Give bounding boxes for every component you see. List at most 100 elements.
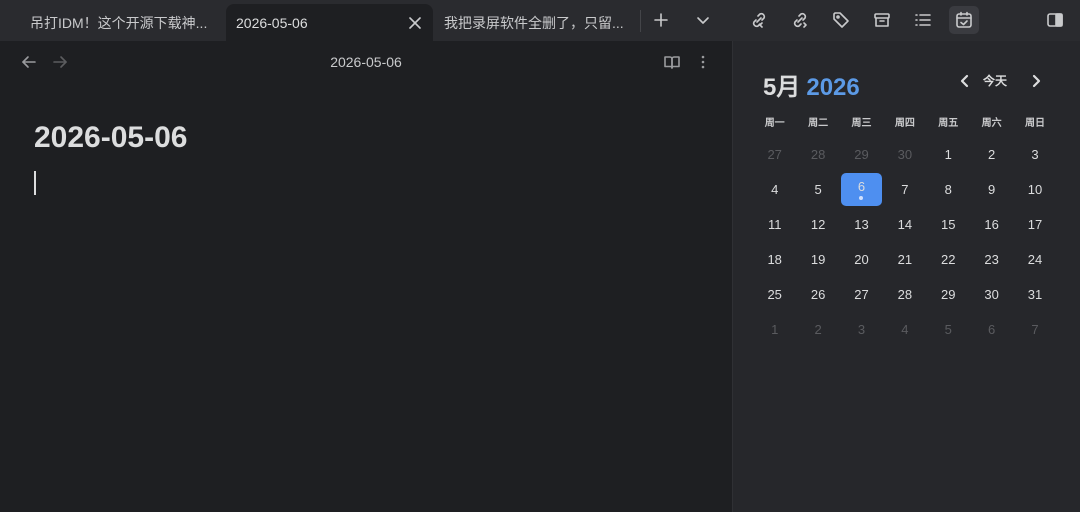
calendar-day-number: 9 bbox=[988, 182, 996, 197]
calendar-day[interactable]: 18 bbox=[753, 242, 796, 277]
calendar-day-number: 15 bbox=[941, 217, 956, 232]
calendar-day[interactable]: 10 bbox=[1013, 172, 1056, 207]
note-heading[interactable]: 2026-05-06 bbox=[34, 121, 187, 155]
calendar-day-number: 5 bbox=[814, 182, 822, 197]
tab-idm-article[interactable]: 吊打IDM！这个开源下载神... bbox=[20, 4, 222, 41]
calendar-day-number: 1 bbox=[771, 322, 779, 337]
calendar-check-icon[interactable] bbox=[949, 6, 979, 34]
calendar-day-number: 23 bbox=[984, 252, 999, 267]
tag-icon[interactable] bbox=[826, 6, 856, 34]
tab-list-chevron-icon[interactable] bbox=[688, 6, 718, 34]
calendar-day[interactable]: 26 bbox=[796, 277, 839, 312]
calendar-day[interactable]: 1 bbox=[927, 137, 970, 172]
calendar-day[interactable]: 2 bbox=[970, 137, 1013, 172]
calendar-day[interactable]: 27 bbox=[753, 137, 796, 172]
calendar-day-number: 27 bbox=[767, 147, 782, 162]
more-options-icon[interactable] bbox=[692, 51, 714, 73]
calendar-day-number: 5 bbox=[944, 322, 952, 337]
calendar-day-number: 22 bbox=[941, 252, 956, 267]
note-title[interactable]: 2026-05-06 bbox=[0, 54, 732, 70]
backlink-icon[interactable] bbox=[744, 6, 774, 34]
calendar-day[interactable]: 4 bbox=[883, 312, 926, 347]
calendar-day[interactable]: 24 bbox=[1013, 242, 1056, 277]
calendar-day[interactable]: 1 bbox=[753, 312, 796, 347]
view-header: 2026-05-06 bbox=[0, 41, 732, 83]
calendar-day[interactable]: 3 bbox=[840, 312, 883, 347]
calendar-day-number: 19 bbox=[810, 252, 826, 267]
calendar-day[interactable]: 7 bbox=[883, 172, 926, 207]
outgoing-link-icon[interactable] bbox=[785, 6, 815, 34]
close-icon[interactable] bbox=[407, 15, 423, 31]
prev-month-chevron-icon[interactable] bbox=[955, 71, 975, 91]
calendar-day-number: 7 bbox=[1031, 322, 1039, 337]
calendar-day[interactable]: 28 bbox=[883, 277, 926, 312]
calendar-day-number: 10 bbox=[1027, 182, 1043, 197]
calendar-day[interactable]: 13 bbox=[840, 207, 883, 242]
calendar-day[interactable]: 27 bbox=[840, 277, 883, 312]
tab-recording-article[interactable]: 我把录屏软件全删了，只留... bbox=[434, 4, 634, 41]
calendar-day[interactable]: 30 bbox=[883, 137, 926, 172]
calendar-day[interactable]: 23 bbox=[970, 242, 1013, 277]
calendar-day-number: 26 bbox=[810, 287, 826, 302]
calendar-day[interactable]: 31 bbox=[1013, 277, 1056, 312]
calendar-day[interactable]: 21 bbox=[883, 242, 926, 277]
tab-separator bbox=[640, 10, 641, 32]
calendar-day-number: 14 bbox=[897, 217, 913, 232]
calendar-day[interactable]: 8 bbox=[927, 172, 970, 207]
weekday-header: 周三 bbox=[851, 118, 872, 129]
calendar-day[interactable]: 14 bbox=[883, 207, 926, 242]
tab-daily-note[interactable]: 2026-05-06 bbox=[226, 4, 433, 41]
today-button[interactable]: 今天 bbox=[983, 72, 1007, 89]
outline-list-icon[interactable] bbox=[908, 6, 938, 34]
calendar-day[interactable]: 19 bbox=[796, 242, 839, 277]
calendar-day[interactable]: 30 bbox=[970, 277, 1013, 312]
calendar-day-number: 28 bbox=[810, 147, 826, 162]
calendar-day-number: 18 bbox=[767, 252, 782, 267]
calendar-day-number: 13 bbox=[854, 217, 869, 232]
calendar-day[interactable]: 9 bbox=[970, 172, 1013, 207]
calendar-day-number: 6 bbox=[988, 322, 996, 337]
calendar-day[interactable]: 4 bbox=[753, 172, 796, 207]
next-month-chevron-icon[interactable] bbox=[1026, 71, 1046, 91]
calendar-day[interactable]: 11 bbox=[753, 207, 796, 242]
calendar-day[interactable]: 7 bbox=[1013, 312, 1056, 347]
archive-icon[interactable] bbox=[867, 6, 897, 34]
calendar-day[interactable]: 6 bbox=[970, 312, 1013, 347]
calendar-day-number: 27 bbox=[854, 287, 869, 302]
calendar-day[interactable]: 15 bbox=[927, 207, 970, 242]
reading-view-icon[interactable] bbox=[661, 51, 683, 73]
calendar-day[interactable]: 12 bbox=[796, 207, 839, 242]
weekday-header: 周一 bbox=[764, 118, 785, 129]
calendar-day[interactable]: 28 bbox=[796, 137, 839, 172]
right-sidebar-toggle-icon[interactable] bbox=[1040, 6, 1070, 34]
calendar-day-number: 3 bbox=[1031, 147, 1039, 162]
calendar-month-year: 5月 2026 bbox=[763, 67, 860, 102]
calendar-day[interactable]: 29 bbox=[840, 137, 883, 172]
calendar-day-number: 12 bbox=[810, 217, 826, 232]
calendar-day[interactable]: 17 bbox=[1013, 207, 1056, 242]
calendar-day[interactable]: 5 bbox=[796, 172, 839, 207]
calendar-day-number: 2 bbox=[814, 322, 822, 337]
calendar-day-number: 6 bbox=[857, 179, 866, 194]
weekday-header: 周日 bbox=[1025, 118, 1046, 129]
calendar-day-number: 2 bbox=[988, 147, 996, 162]
text-cursor[interactable] bbox=[34, 171, 36, 195]
calendar-grid: 周一 周二 周三 周四 周五 周六 周日 27 28 29 30 1 2 3 4 5 6 7 8 9 10 11 12 13 1… bbox=[753, 117, 1077, 347]
calendar-day-number: 24 bbox=[1027, 252, 1043, 267]
calendar-day-selected[interactable]: 6 bbox=[840, 172, 883, 207]
calendar-day[interactable]: 2 bbox=[796, 312, 839, 347]
tab-label: 2026-05-06 bbox=[236, 14, 308, 31]
calendar-day-number: 29 bbox=[941, 287, 956, 302]
calendar-day[interactable]: 5 bbox=[927, 312, 970, 347]
calendar-day-number: 29 bbox=[854, 147, 869, 162]
tab-label: 吊打IDM！这个开源下载神... bbox=[30, 14, 208, 31]
note-indicator-dot bbox=[859, 196, 864, 200]
calendar-day[interactable]: 25 bbox=[753, 277, 796, 312]
calendar-day[interactable]: 16 bbox=[970, 207, 1013, 242]
calendar-day[interactable]: 29 bbox=[927, 277, 970, 312]
calendar-day[interactable]: 20 bbox=[840, 242, 883, 277]
calendar-day[interactable]: 22 bbox=[927, 242, 970, 277]
calendar-day[interactable]: 3 bbox=[1013, 137, 1056, 172]
new-tab-icon[interactable] bbox=[646, 6, 676, 34]
calendar-day-number: 30 bbox=[897, 147, 913, 162]
